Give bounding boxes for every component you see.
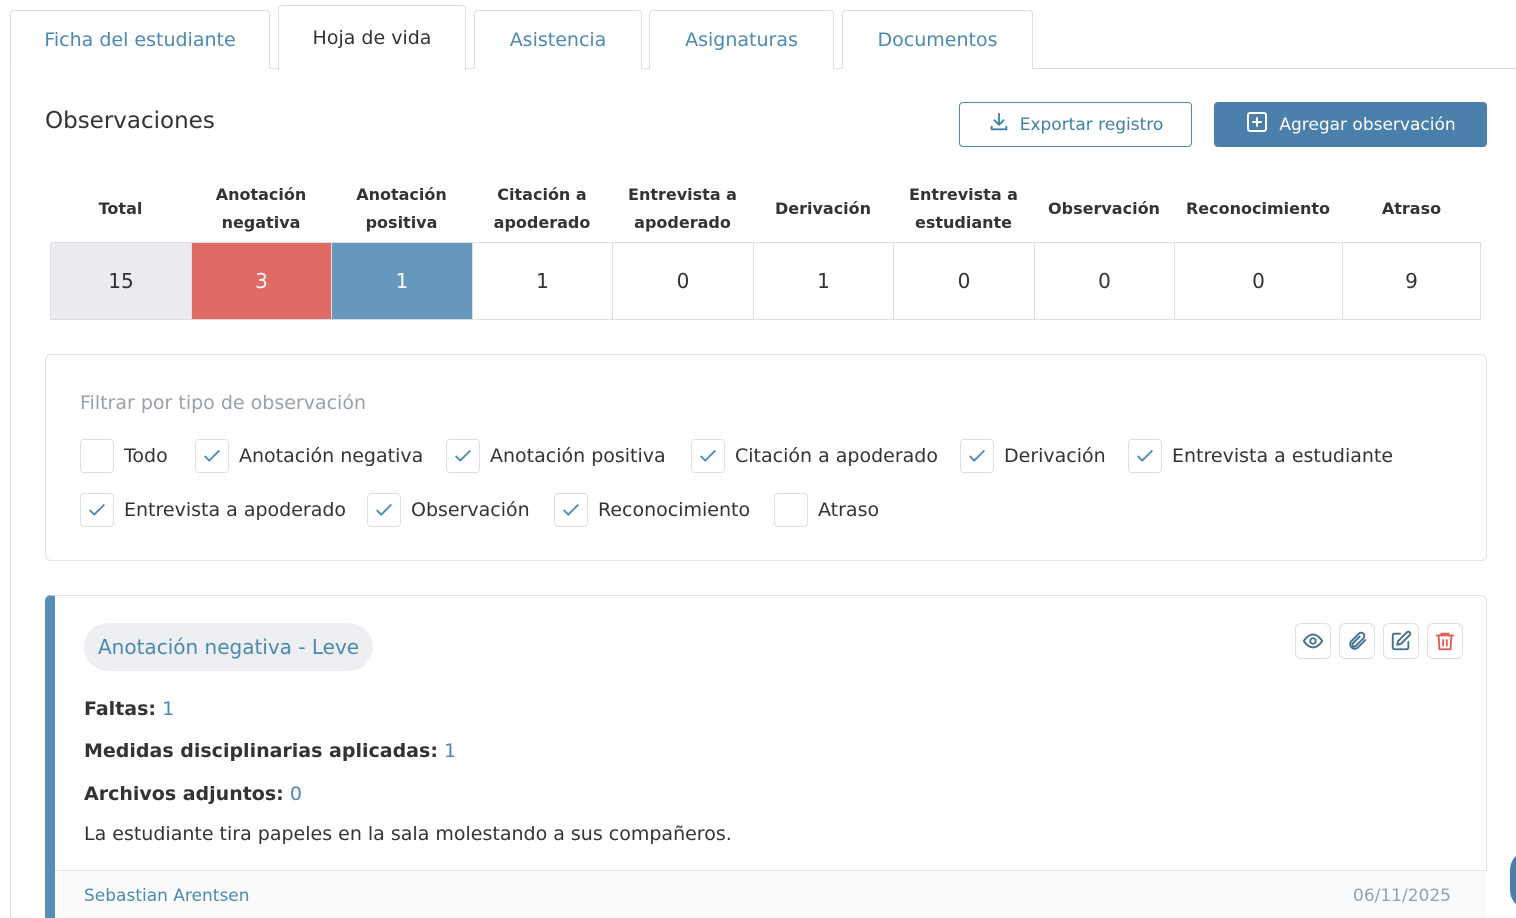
tab-ficha-del-estudiante[interactable]: Ficha del estudiante (10, 10, 270, 69)
checkbox-checked[interactable] (367, 493, 401, 527)
filter-option-entrevista-a-estudiante[interactable]: Entrevista a estudiante (1128, 439, 1393, 473)
stats-header: Anotación negativa (215, 185, 307, 232)
checkbox-checked[interactable] (195, 439, 229, 473)
export-button[interactable]: Exportar registro (959, 102, 1192, 147)
check-icon (376, 503, 392, 516)
faltas-value: 1 (162, 698, 175, 720)
trash-icon (1435, 632, 1455, 651)
filter-option-label: Entrevista a apoderado (124, 499, 347, 521)
stat-value: 1 (473, 243, 613, 319)
filter-option-anotacion-positiva[interactable]: Anotación positiva (446, 439, 666, 473)
filter-option-derivacion[interactable]: Derivación (960, 439, 1106, 473)
stats-header: Observación (1048, 199, 1160, 218)
checkbox[interactable] (80, 439, 114, 473)
check-icon (204, 449, 220, 462)
stat-value: 0 (894, 243, 1035, 319)
author-link[interactable]: Sebastian Arentsen (84, 886, 250, 906)
filter-option-reconocimiento[interactable]: Reconocimiento (554, 493, 750, 527)
stat-value: 0 (613, 243, 754, 319)
edit-button[interactable] (1383, 623, 1419, 659)
plus-square-icon (1245, 110, 1269, 139)
checkbox-checked[interactable] (554, 493, 588, 527)
filter-option-anotacion-negativa[interactable]: Anotación negativa (195, 439, 423, 473)
observation-date: 06/11/2025 (1353, 886, 1451, 906)
filter-option-label: Entrevista a estudiante (1172, 445, 1394, 467)
filter-option-entrevista-a-apoderado[interactable]: Entrevista a apoderado (80, 493, 346, 527)
stat-positive-value: 1 (332, 243, 473, 319)
checkbox-checked[interactable] (960, 439, 994, 473)
stats-header: Anotación positiva (356, 185, 447, 232)
checkbox[interactable] (774, 493, 808, 527)
observation-description: La estudiante tira papeles en la sala mo… (84, 823, 732, 845)
download-icon (988, 111, 1010, 138)
stats-header: Total (98, 199, 143, 218)
check-icon (563, 503, 579, 516)
tab-asistencia[interactable]: Asistencia (474, 10, 642, 69)
observation-stats-table: Total Anotación negativa Anotación posit… (50, 176, 1481, 320)
stats-header: Atraso (1381, 199, 1442, 218)
edit-icon (1391, 630, 1412, 651)
stats-header: Entrevista a estudiante (909, 185, 1018, 232)
filter-option-label: Reconocimiento (598, 499, 751, 521)
filter-option-label: Todo (124, 445, 168, 467)
card-actions (1295, 623, 1463, 659)
filter-option-label: Anotación positiva (490, 445, 666, 467)
filter-option-label: Derivación (1004, 445, 1106, 467)
stat-value: 9 (1405, 269, 1418, 293)
delete-button[interactable] (1427, 623, 1463, 659)
check-icon (89, 503, 105, 516)
attach-button[interactable] (1339, 623, 1375, 659)
archivos-label: Archivos adjuntos: (84, 783, 284, 805)
stats-value-row: 15 3 1 1 0 1 0 0 0 9 (50, 242, 1481, 320)
tab-hoja-de-vida[interactable]: Hoja de vida (278, 5, 466, 70)
check-icon (700, 449, 716, 462)
filter-option-atraso[interactable]: Atraso (774, 493, 879, 527)
view-button[interactable] (1295, 623, 1331, 659)
check-icon (969, 449, 985, 462)
filter-option-label: Anotación negativa (239, 445, 424, 467)
stat-value: 0 (1175, 243, 1343, 319)
stats-header: Derivación (774, 199, 872, 218)
check-icon (455, 449, 471, 462)
medidas-value: 1 (443, 740, 457, 762)
tab-documentos[interactable]: Documentos (842, 10, 1033, 69)
medidas-row: Medidas disciplinarias aplicadas: 1 (84, 740, 456, 762)
card-footer (55, 870, 1487, 918)
filter-option-label: Atraso (818, 499, 880, 521)
add-observation-label: Agregar observación (1279, 114, 1456, 135)
medidas-label: Medidas disciplinarias aplicadas: (84, 740, 438, 762)
faltas-row: Faltas: 1 (84, 698, 174, 720)
paperclip-icon (1349, 631, 1367, 650)
filter-option-todo[interactable]: Todo (80, 439, 168, 473)
filter-option-observacion[interactable]: Observación (367, 493, 530, 527)
stats-header-row: Total Anotación negativa Anotación posit… (50, 176, 1481, 242)
checkbox-checked[interactable] (1128, 439, 1162, 473)
filter-option-citacion-a-apoderado[interactable]: Citación a apoderado (691, 439, 938, 473)
eye-icon (1302, 633, 1324, 649)
filter-option-label: Observación (411, 499, 530, 521)
stat-total-value: 15 (51, 243, 192, 319)
faltas-label: Faltas: (84, 698, 157, 720)
filter-title: Filtrar por tipo de observación (80, 392, 367, 414)
archivos-value: 0 (289, 783, 302, 805)
checkbox-checked[interactable] (80, 493, 114, 527)
tab-asignaturas[interactable]: Asignaturas (649, 10, 834, 69)
stats-header: Entrevista a apoderado (628, 185, 737, 232)
stats-header: Citación a apoderado (493, 185, 591, 232)
check-icon (1137, 449, 1153, 462)
checkbox-checked[interactable] (446, 439, 480, 473)
stats-header: Reconocimiento (1185, 199, 1331, 218)
archivos-row: Archivos adjuntos: 0 (84, 783, 302, 805)
checkbox-checked[interactable] (691, 439, 725, 473)
export-button-label: Exportar registro (1019, 114, 1164, 135)
filter-option-label: Citación a apoderado (735, 445, 938, 467)
stat-value: 1 (754, 243, 894, 319)
stat-value: 0 (1035, 243, 1175, 319)
observation-type-badge: Anotación negativa - Leve (84, 623, 374, 671)
tab-bar: Ficha del estudiante Hoja de vida Asiste… (10, 0, 1516, 70)
add-observation-button[interactable]: Agregar observación (1214, 102, 1487, 147)
stat-negative-value: 3 (192, 243, 332, 319)
section-title: Observaciones (45, 108, 215, 134)
